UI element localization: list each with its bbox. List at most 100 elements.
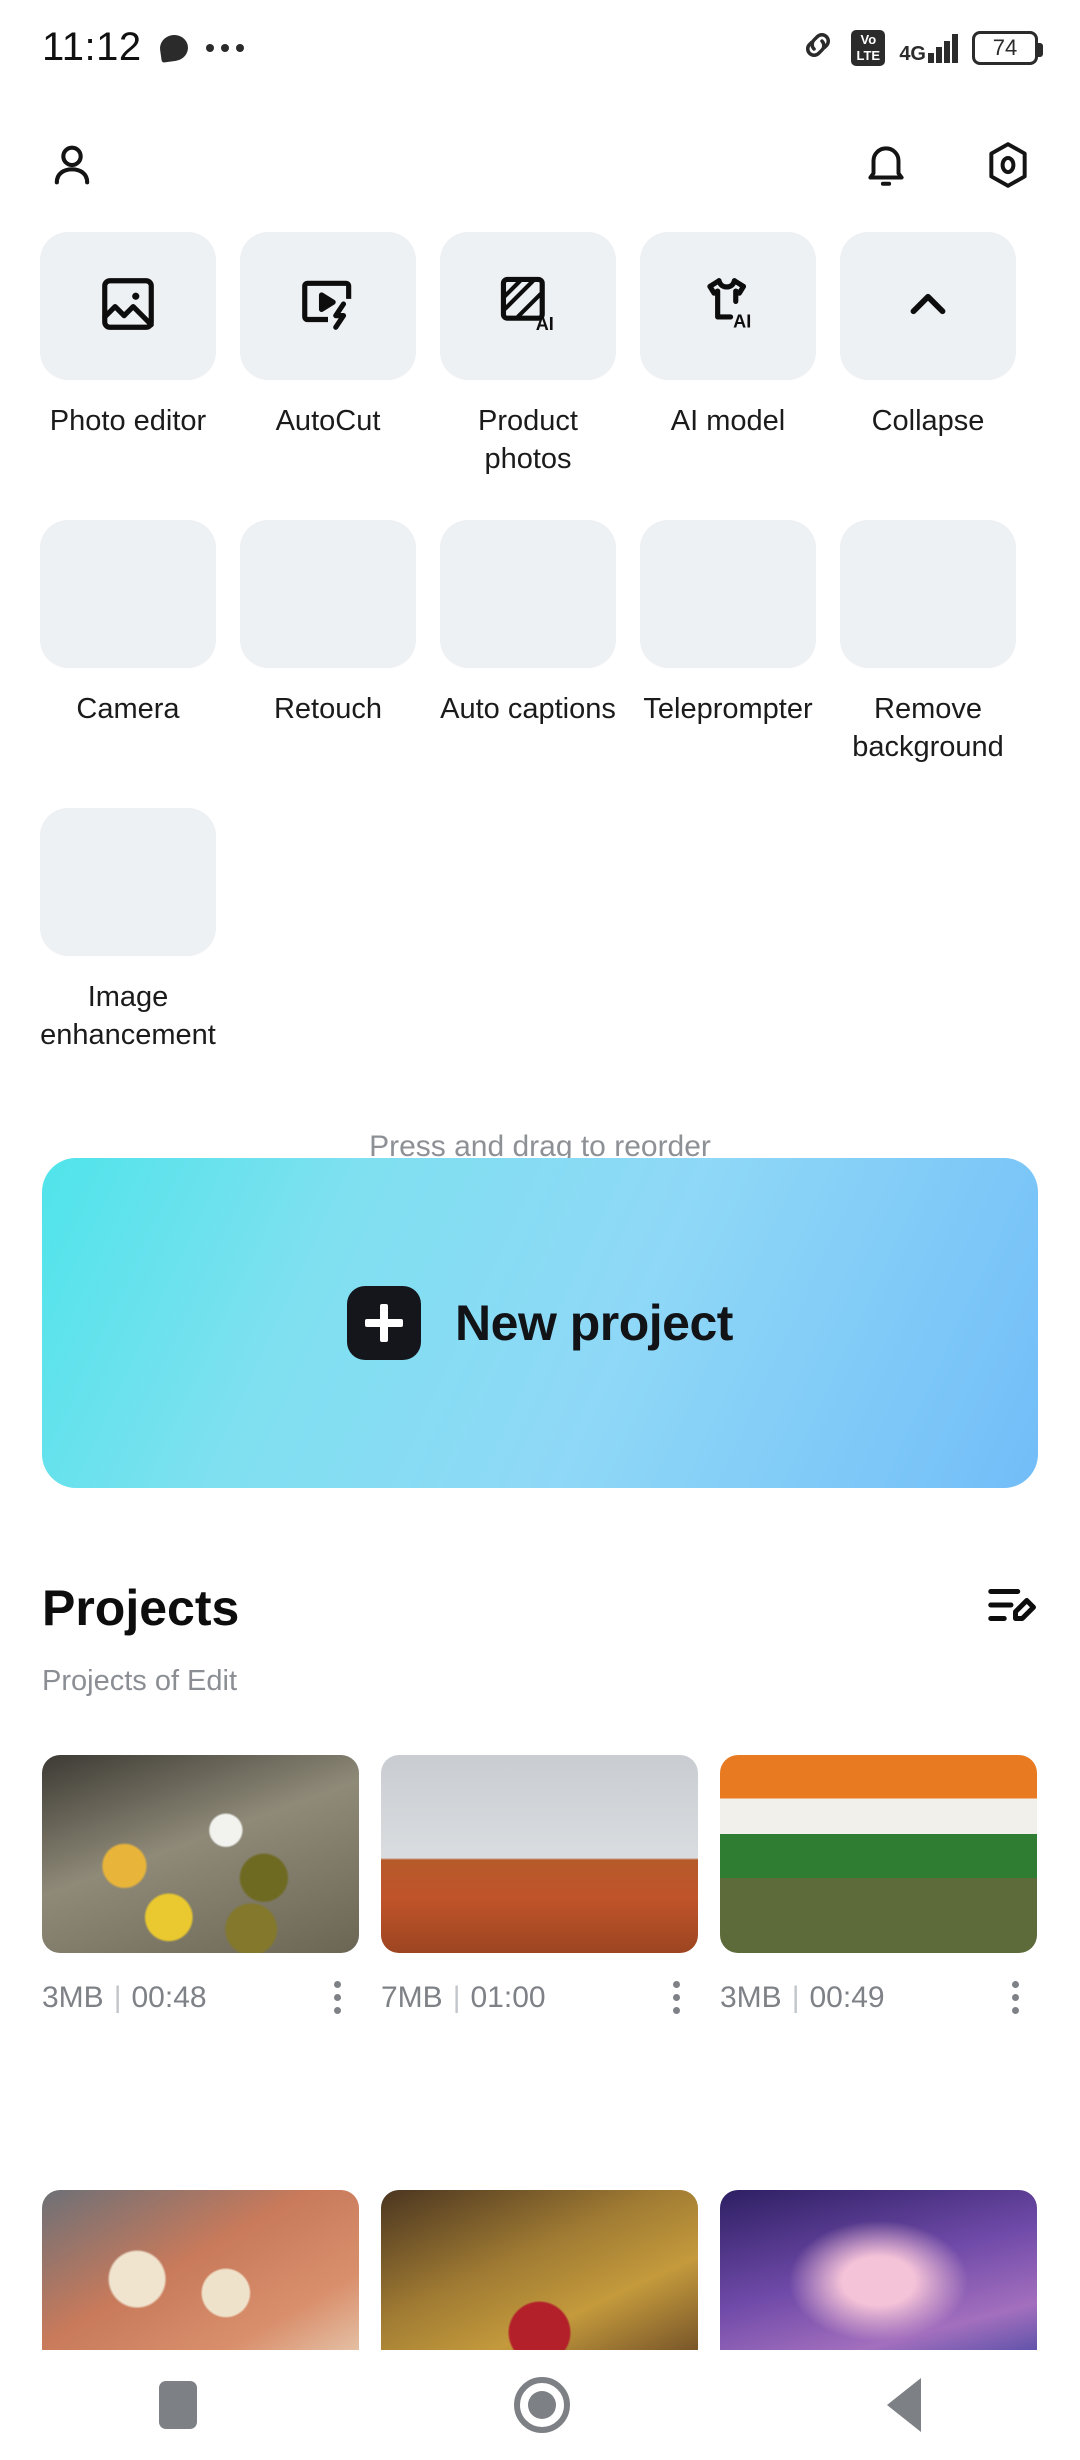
link-icon (799, 26, 837, 69)
meta-separator: | (452, 1980, 461, 2014)
triangle-back-icon[interactable] (887, 2378, 922, 2432)
system-navigation-bar (0, 2350, 1080, 2460)
tool-row-3: Image enhancement (40, 808, 1040, 1054)
circle-home-icon[interactable] (513, 2377, 570, 2433)
tool-tile[interactable] (240, 232, 416, 380)
app-bar (0, 120, 1080, 215)
tool-remove-background[interactable]: Remove background (840, 520, 1016, 766)
play-bolt-icon (297, 273, 359, 340)
project-thumbnail[interactable] (381, 1755, 698, 1953)
tool-tile[interactable] (40, 808, 216, 956)
tool-tile[interactable] (840, 520, 1016, 668)
network-type: 4G (899, 42, 926, 65)
project-thumbnail[interactable] (720, 1755, 1037, 1953)
volte-top: Vo (860, 31, 877, 47)
tool-label: Photo editor (49, 405, 207, 437)
tool-retouch[interactable]: Retouch (240, 520, 416, 766)
tool-tile[interactable] (240, 520, 416, 668)
tool-tile[interactable] (640, 520, 816, 668)
battery-indicator: 74 (972, 30, 1043, 65)
tool-label: Retouch (273, 693, 382, 725)
plus-icon (347, 1286, 422, 1360)
tool-product-photos[interactable]: AI Product photos (440, 232, 616, 478)
project-duration: 00:48 (131, 1980, 207, 2014)
tool-grid: Photo editor AutoCut AI Product photos A… (0, 232, 1080, 1062)
tool-label: AutoCut (275, 405, 381, 437)
hexagon-settings-icon (983, 140, 1033, 195)
project-duration: 00:49 (809, 1980, 885, 2014)
project-meta: 3MB | 00:48 (42, 1975, 359, 2020)
meta-separator: | (791, 1980, 800, 2014)
new-project-label: New project (455, 1295, 733, 1351)
tool-label: AI model (670, 405, 786, 437)
project-meta: 3MB | 00:49 (720, 1975, 1037, 2020)
list-edit-icon[interactable] (984, 1578, 1038, 1637)
tshirt-ai-icon: AI (697, 273, 759, 340)
projects-header: Projects (0, 1578, 1080, 1637)
bell-icon (861, 140, 911, 195)
settings-button[interactable] (976, 136, 1040, 200)
project-thumbnail[interactable] (42, 1755, 359, 1953)
project-size: 7MB (381, 1980, 443, 2014)
svg-text:AI: AI (733, 311, 751, 331)
projects-subtitle: Projects of Edit (42, 1665, 238, 1697)
tool-tile[interactable] (440, 520, 616, 668)
app-screen: 11:12 Vo LTE 4G 74 Photo editor AutoCut … (0, 0, 1080, 2460)
tool-autocut[interactable]: AutoCut (240, 232, 416, 478)
status-bar: 11:12 Vo LTE 4G 74 (0, 0, 1080, 95)
tool-ai-model[interactable]: AI AI model (640, 232, 816, 478)
kebab-menu-icon[interactable] (322, 1975, 353, 2020)
tool-label: Collapse (871, 405, 985, 437)
tool-label: Product photos (478, 405, 578, 475)
project-card[interactable]: 3MB | 00:48 (42, 1755, 359, 2020)
battery-level: 74 (992, 34, 1018, 60)
project-duration: 01:00 (470, 1980, 546, 2014)
tool-label: Camera (76, 693, 180, 725)
tool-auto-captions[interactable]: Auto captions (440, 520, 616, 766)
project-info: 3MB | 00:49 (720, 1981, 885, 2015)
project-size: 3MB (720, 1980, 782, 2014)
tool-tile[interactable] (40, 232, 216, 380)
image-edit-icon (97, 273, 159, 340)
tool-label: Remove background (852, 693, 1004, 763)
tool-tile[interactable]: AI (640, 232, 816, 380)
app-bar-actions (854, 136, 1040, 200)
chevron-up-icon (899, 275, 957, 338)
project-card[interactable]: 3MB | 00:49 (720, 1755, 1037, 2020)
tool-tile[interactable]: AI (440, 232, 616, 380)
person-icon (46, 139, 98, 196)
project-info: 3MB | 00:48 (42, 1981, 207, 2015)
profile-button[interactable] (40, 136, 104, 200)
project-size: 3MB (42, 1980, 104, 2014)
status-bar-right: Vo LTE 4G 74 (799, 26, 1043, 69)
tool-photo-editor[interactable]: Photo editor (40, 232, 216, 478)
kebab-menu-icon[interactable] (661, 1975, 692, 2020)
volte-bottom: LTE (856, 47, 881, 63)
project-meta: 7MB | 01:00 (381, 1975, 698, 2020)
status-time: 11:12 (42, 25, 142, 69)
chat-bubble-icon (157, 32, 190, 63)
notifications-button[interactable] (854, 136, 918, 200)
square-recents-icon[interactable] (158, 2381, 197, 2429)
tool-row-2: Camera Retouch Auto captions Teleprompte… (40, 520, 1040, 766)
tool-tile[interactable] (40, 520, 216, 668)
tool-label: Auto captions (440, 693, 616, 725)
kebab-menu-icon[interactable] (1000, 1975, 1031, 2020)
meta-separator: | (113, 1980, 122, 2014)
new-project-button[interactable]: New project (42, 1158, 1038, 1488)
tool-label: Teleprompter (643, 693, 813, 725)
tool-collapse[interactable]: Collapse (840, 232, 1016, 478)
tool-image-enhancement[interactable]: Image enhancement (40, 808, 216, 1054)
project-info: 7MB | 01:00 (381, 1981, 546, 2015)
network-indicator: 4G (899, 33, 958, 65)
signal-bars-icon (928, 33, 958, 63)
tool-camera[interactable]: Camera (40, 520, 216, 766)
tool-teleprompter[interactable]: Teleprompter (640, 520, 816, 766)
projects-row-1: 3MB | 00:48 7MB | 01:00 3MB | 00:49 (42, 1755, 1038, 2020)
project-card[interactable]: 7MB | 01:00 (381, 1755, 698, 2020)
tool-tile[interactable] (840, 232, 1016, 380)
volte-icon: Vo LTE (851, 29, 886, 66)
tool-label: Image enhancement (40, 981, 216, 1051)
more-dots-icon (205, 43, 244, 52)
tool-row-1: Photo editor AutoCut AI Product photos A… (40, 232, 1040, 478)
